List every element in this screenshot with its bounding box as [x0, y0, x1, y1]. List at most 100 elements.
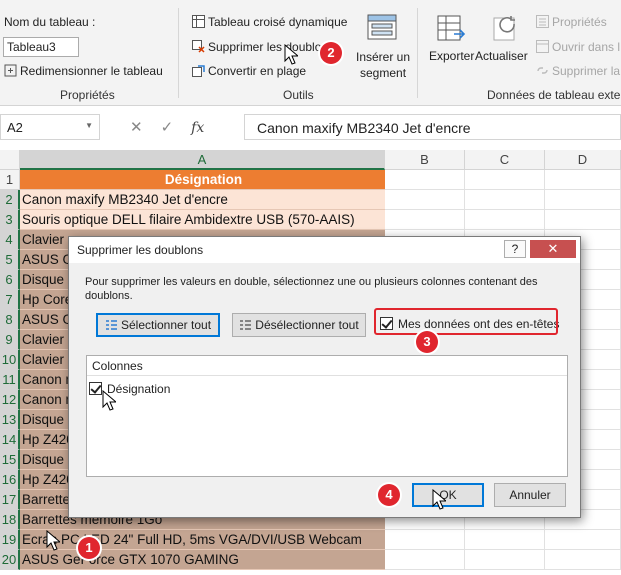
ok-button[interactable]: OK	[412, 483, 484, 507]
column-item-label: Désignation	[107, 382, 171, 396]
name-box[interactable]: A2 ▼	[0, 114, 100, 140]
insert-slicer-label: Insérer un	[356, 50, 411, 64]
select-all-corner[interactable]	[0, 150, 20, 170]
table-cell[interactable]: Canon maxify MB2340 Jet d'encre	[20, 190, 385, 210]
resize-table-button[interactable]: Redimensionner le tableau	[4, 64, 163, 78]
empty-cell[interactable]	[465, 210, 545, 230]
convert-range-icon	[192, 64, 205, 77]
empty-cell[interactable]	[385, 170, 465, 190]
unlink-button[interactable]: Supprimer la	[536, 64, 620, 78]
dialog-message: Pour supprimer les valeurs en double, sé…	[85, 276, 538, 302]
chevron-down-icon[interactable]: ▼	[85, 121, 93, 130]
step-marker-2: 2	[320, 42, 342, 64]
unlink-label: Supprimer la	[552, 64, 621, 78]
properties-icon	[536, 15, 549, 28]
remove-duplicates-label: Supprimer les doublons	[208, 40, 335, 54]
open-in-browser-button[interactable]: Ouvrir dans l	[536, 40, 620, 54]
table-cell[interactable]: Ecran PC LED 24" Full HD, 5ms VGA/DVI/US…	[20, 530, 385, 550]
empty-cell[interactable]	[545, 170, 621, 190]
open-browser-icon	[536, 40, 549, 53]
insert-function-icon[interactable]: fx	[191, 120, 204, 136]
mouse-cursor-icon	[102, 390, 116, 411]
ribbon: Nom du tableau : Tableau3 Redimensionner…	[0, 0, 621, 106]
column-header-a[interactable]: A	[20, 150, 385, 170]
empty-cell[interactable]	[465, 550, 545, 570]
column-header-b[interactable]: B	[385, 150, 465, 170]
row-header[interactable]: 19	[0, 530, 20, 550]
formula-input[interactable]: Canon maxify MB2340 Jet d'encre	[244, 114, 621, 140]
row-header[interactable]: 5	[0, 250, 20, 270]
cancel-entry-icon[interactable]: ✕	[130, 119, 143, 136]
empty-cell[interactable]	[545, 190, 621, 210]
table-cell[interactable]: ASUS GeForce GTX 1070 GAMING	[20, 550, 385, 570]
properties-label: Propriétés	[552, 15, 607, 29]
row-header[interactable]: 16	[0, 470, 20, 490]
highlight-box	[374, 308, 558, 335]
table-header-cell[interactable]: Désignation	[20, 170, 385, 190]
empty-cell[interactable]	[465, 170, 545, 190]
table-properties-button[interactable]: Propriétés	[536, 15, 607, 29]
table-cell[interactable]: Souris optique DELL filaire Ambidextre U…	[20, 210, 385, 230]
row-header[interactable]: 6	[0, 270, 20, 290]
empty-cell[interactable]	[385, 530, 465, 550]
help-button[interactable]: ?	[504, 240, 526, 258]
row-header[interactable]: 18	[0, 510, 20, 530]
checkbox-icon	[89, 382, 102, 395]
unselect-all-label: Désélectionner tout	[255, 318, 359, 332]
remove-duplicates-button[interactable]: Supprimer les doublons	[192, 40, 334, 54]
confirm-entry-icon[interactable]: ✓	[161, 119, 174, 136]
unselect-all-button[interactable]: Désélectionner tout	[232, 313, 366, 337]
row-header[interactable]: 8	[0, 310, 20, 330]
empty-cell[interactable]	[465, 530, 545, 550]
row-header[interactable]: 3	[0, 210, 20, 230]
empty-cell[interactable]	[545, 210, 621, 230]
step-marker-3: 3	[416, 331, 438, 353]
row-header[interactable]: 7	[0, 290, 20, 310]
select-all-button[interactable]: Sélectionner tout	[96, 313, 220, 337]
row-header[interactable]: 4	[0, 230, 20, 250]
row-header[interactable]: 14	[0, 430, 20, 450]
resize-icon	[4, 64, 17, 77]
empty-cell[interactable]	[545, 550, 621, 570]
column-header-c[interactable]: C	[465, 150, 545, 170]
row-header[interactable]: 12	[0, 390, 20, 410]
resize-table-label: Redimensionner le tableau	[20, 64, 163, 78]
properties-group: Nom du tableau : Tableau3 Redimensionner…	[0, 0, 178, 106]
row-header[interactable]: 1	[0, 170, 20, 190]
group-label-properties: Propriétés	[60, 88, 115, 102]
convert-to-range-button[interactable]: Convertir en plage	[192, 64, 306, 78]
row-header[interactable]: 2	[0, 190, 20, 210]
select-all-label: Sélectionner tout	[120, 318, 212, 332]
insert-slicer-icon	[365, 12, 399, 42]
remove-duplicates-dialog: Supprimer les doublons ? ✕ Pour supprime…	[68, 236, 581, 518]
pivot-table-icon	[192, 15, 205, 28]
empty-cell[interactable]	[465, 190, 545, 210]
column-item-designation[interactable]: Désignation	[87, 376, 567, 396]
cancel-button[interactable]: Annuler	[494, 483, 566, 507]
insert-slicer-button[interactable]: Insérer un segment	[356, 49, 410, 81]
row-header[interactable]: 13	[0, 410, 20, 430]
empty-cell[interactable]	[385, 550, 465, 570]
row-header[interactable]: 9	[0, 330, 20, 350]
refresh-button[interactable]: Actualiser	[475, 49, 528, 63]
row-header[interactable]: 15	[0, 450, 20, 470]
empty-cell[interactable]	[545, 530, 621, 550]
unselect-all-icon	[239, 316, 252, 330]
empty-cell[interactable]	[385, 190, 465, 210]
formula-bar: A2 ▼ ✕ ✓ fx Canon maxify MB2340 Jet d'encr…	[0, 114, 621, 142]
empty-cell[interactable]	[385, 210, 465, 230]
table-name-label: Nom du tableau :	[4, 15, 96, 29]
table-name-input[interactable]: Tableau3	[3, 37, 79, 57]
step-marker-1: 1	[78, 537, 100, 559]
row-header[interactable]: 17	[0, 490, 20, 510]
row-header[interactable]: 20	[0, 550, 20, 570]
pivot-table-label: Tableau croisé dynamique	[208, 15, 348, 29]
pivot-table-button[interactable]: Tableau croisé dynamique	[192, 15, 347, 29]
export-button[interactable]: Exporter	[429, 49, 474, 63]
row-header[interactable]: 10	[0, 350, 20, 370]
name-box-value: A2	[7, 120, 23, 135]
formula-buttons: ✕ ✓ fx	[130, 118, 222, 136]
row-header[interactable]: 11	[0, 370, 20, 390]
close-button[interactable]: ✕	[530, 240, 576, 258]
column-header-d[interactable]: D	[545, 150, 621, 170]
